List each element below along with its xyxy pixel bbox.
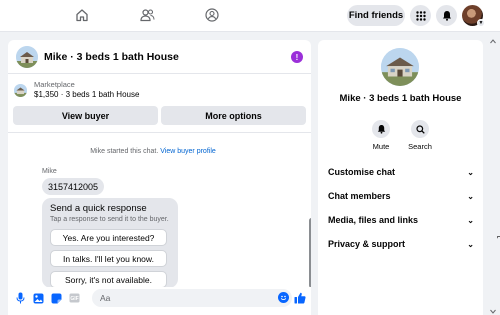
search-label: Search: [408, 142, 432, 151]
info-panel-title: Mike · 3 beds 1 bath House: [339, 93, 462, 104]
microphone-icon[interactable]: [14, 292, 26, 304]
quick-response-option[interactable]: In talks. I'll let you know.: [50, 250, 167, 267]
customise-chat-item[interactable]: Customise chat ⌄: [328, 165, 474, 179]
svg-text:GIF: GIF: [70, 296, 78, 302]
message-composer: GIF Aa: [8, 287, 311, 309]
listing-profile-photo[interactable]: [381, 48, 419, 86]
mute-button[interactable]: Mute: [361, 120, 401, 151]
divider: [8, 132, 311, 133]
quick-response-title: Send a quick response: [50, 203, 147, 214]
like-icon[interactable]: [293, 291, 306, 304]
search-button[interactable]: Search: [400, 120, 440, 151]
friends-icon[interactable]: [138, 6, 156, 24]
chat-started-notice: Mike started this chat. View buyer profi…: [8, 148, 298, 155]
chat-title: Mike · 3 beds 1 bath House: [44, 50, 179, 63]
chat-started-text: Mike started this chat.: [90, 148, 161, 155]
sender-name: Mike: [42, 168, 57, 175]
listing-price-title: $1,350 · 3 beds 1 bath House: [34, 90, 140, 99]
privacy-support-item[interactable]: Privacy & support ⌄: [328, 237, 474, 251]
chat-panel: Mike · 3 beds 1 bath House ! Marketplace…: [8, 40, 311, 315]
photo-icon[interactable]: [32, 292, 44, 304]
conversation-info-panel: Mike · 3 beds 1 bath House Mute Search C…: [318, 40, 483, 315]
home-icon[interactable]: [73, 6, 91, 24]
listing-thumbnail[interactable]: [16, 45, 38, 68]
bell-icon: [372, 120, 390, 138]
emoji-icon[interactable]: [278, 292, 289, 303]
listing-small-thumbnail: [14, 83, 27, 97]
more-options-button[interactable]: More options: [161, 106, 306, 125]
info-icon[interactable]: !: [291, 51, 303, 63]
quick-response-option[interactable]: Sorry, it's not available.: [50, 271, 167, 288]
quick-response-subtitle: Tap a response to send it to the buyer.: [50, 216, 169, 223]
page-scrollbar[interactable]: [489, 38, 497, 315]
quick-response-option[interactable]: Yes. Are you interested?: [50, 229, 167, 246]
mute-label: Mute: [372, 142, 390, 151]
bell-icon[interactable]: [436, 5, 457, 26]
chevron-down-icon[interactable]: ▼: [477, 19, 485, 27]
message-input[interactable]: Aa: [92, 289, 292, 307]
menu-item-label: Media, files and links: [328, 215, 419, 225]
search-icon: [411, 120, 429, 138]
view-buyer-button[interactable]: View buyer: [13, 106, 158, 125]
marketplace-listing-row[interactable]: Marketplace $1,350 · 3 beds 1 bath House: [8, 78, 311, 102]
message-bubble: 3157412005: [42, 178, 105, 195]
marketplace-label: Marketplace: [34, 80, 75, 89]
chevron-down-icon: ⌄: [467, 191, 474, 201]
chevron-down-icon: ⌄: [467, 167, 474, 177]
profile-circle-icon[interactable]: [203, 6, 221, 24]
menu-item-label: Customise chat: [328, 167, 396, 177]
quick-response-card: Send a quick response Tap a response to …: [42, 198, 178, 288]
view-buyer-profile-link[interactable]: View buyer profile: [160, 148, 216, 155]
menu-item-label: Privacy & support: [328, 239, 406, 249]
chat-header: Mike · 3 beds 1 bath House !: [8, 40, 311, 74]
find-friends-button[interactable]: Find friends: [347, 5, 405, 26]
chat-members-item[interactable]: Chat members ⌄: [328, 189, 474, 203]
chevron-down-icon: ⌄: [467, 215, 474, 225]
chat-scrollbar[interactable]: [309, 218, 311, 288]
sticker-icon[interactable]: [50, 292, 62, 304]
gif-icon[interactable]: GIF: [68, 292, 80, 304]
grid-menu-icon[interactable]: [410, 5, 431, 26]
menu-item-label: Chat members: [328, 191, 391, 201]
top-navigation-bar: Find friends ▼: [0, 0, 500, 32]
media-files-links-item[interactable]: Media, files and links ⌄: [328, 213, 474, 227]
chevron-down-icon: ⌄: [467, 239, 474, 249]
